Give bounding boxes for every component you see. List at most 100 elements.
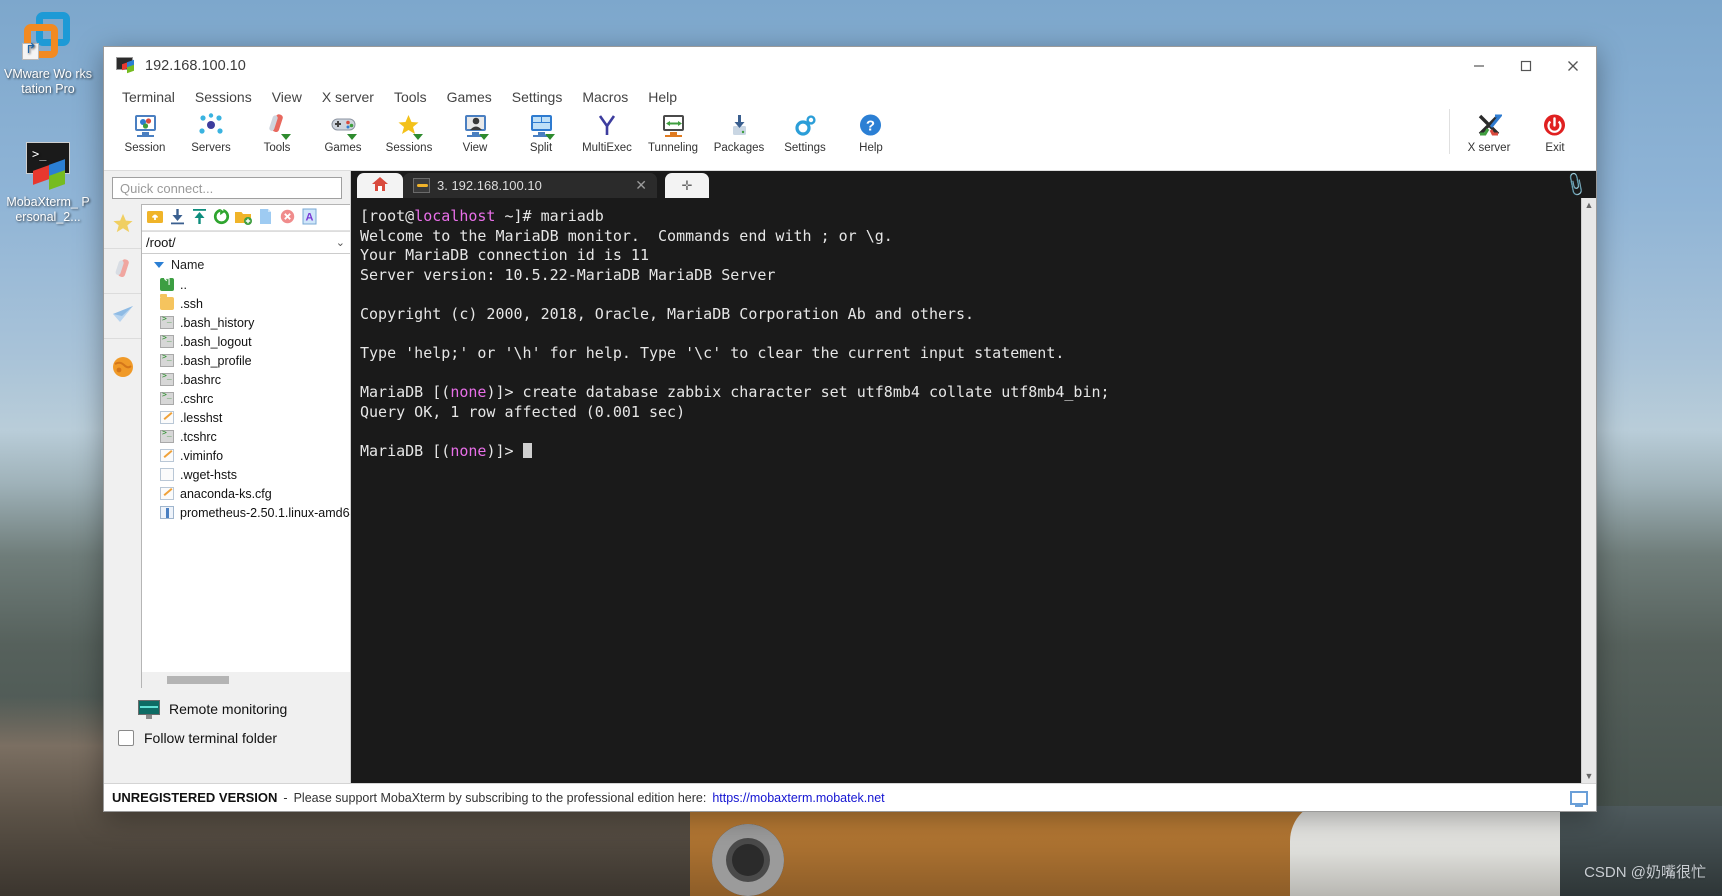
delete-icon[interactable]	[278, 208, 297, 227]
file-list[interactable]: .. .ssh .bash_history .bash_logout	[142, 275, 350, 672]
toolbar-servers-button[interactable]: Servers	[178, 109, 244, 154]
toolbar-view-button[interactable]: View	[442, 109, 508, 154]
column-header-name: Name	[171, 257, 205, 272]
paperclip-icon[interactable]: 📎	[1561, 171, 1590, 199]
file-browser-path-input[interactable]: /root/ ⌄	[142, 231, 350, 254]
file-name: .bash_history	[180, 315, 255, 330]
checkbox-box[interactable]	[118, 730, 134, 746]
list-item[interactable]: .bash_profile	[160, 351, 350, 370]
rail-macros-button[interactable]	[104, 349, 141, 389]
menu-tools[interactable]: Tools	[384, 87, 437, 107]
wallpaper-foreground-right	[1560, 806, 1722, 896]
file-name: .cshrc	[180, 391, 214, 406]
list-item[interactable]: prometheus-2.50.1.linux-amd64	[160, 503, 350, 522]
binary-icon	[160, 506, 174, 519]
tab-close-icon[interactable]: ✕	[635, 177, 647, 194]
new-folder-icon[interactable]	[234, 208, 253, 227]
terminal-line: [root@localhost ~]# mariadb	[360, 207, 1581, 227]
scroll-down-icon[interactable]: ▼	[1585, 769, 1594, 783]
file-name: .wget-hsts	[180, 467, 237, 482]
list-item[interactable]: ..	[160, 275, 350, 294]
new-tab-button[interactable]: ✛	[665, 173, 709, 198]
menu-games[interactable]: Games	[437, 87, 502, 107]
list-item[interactable]: .tcshrc	[160, 427, 350, 446]
tab-home[interactable]	[357, 173, 403, 198]
scroll-up-icon[interactable]: ▲	[1585, 198, 1594, 212]
download-icon[interactable]	[168, 208, 187, 227]
scrollbar-thumb[interactable]	[167, 676, 229, 684]
toolbar-split-button[interactable]: Split	[508, 109, 574, 154]
toolbar-session-button[interactable]: Session	[112, 109, 178, 154]
terminal-cursor	[522, 443, 532, 459]
toolbar-tunneling-button[interactable]: Tunneling	[640, 109, 706, 154]
help-icon: ?	[858, 113, 885, 140]
globe-icon	[112, 356, 134, 383]
mobaxterm-icon	[22, 138, 74, 190]
upload-icon[interactable]	[190, 208, 209, 227]
minimize-button[interactable]	[1455, 47, 1502, 85]
title-bar: 192.168.100.10	[104, 47, 1596, 85]
text-compare-icon[interactable]: A	[300, 208, 319, 227]
csdn-watermark: CSDN @奶嘴很忙	[1584, 864, 1706, 881]
desktop-icon-mobaxterm[interactable]: MobaXterm_ Personal_2...	[4, 138, 92, 225]
tab-session-1[interactable]: 3. 192.168.100.10 ✕	[403, 173, 657, 198]
packages-icon	[726, 113, 753, 140]
toolbar-exit-button[interactable]: Exit	[1522, 109, 1588, 154]
parent-folder-icon[interactable]	[146, 208, 165, 227]
rail-favorites-button[interactable]	[104, 204, 141, 249]
remote-monitoring-button[interactable]: Remote monitoring	[110, 688, 350, 730]
toolbar-multiexec-button[interactable]: MultiExec	[574, 109, 640, 154]
display-status-icon[interactable]	[1570, 790, 1588, 807]
list-item[interactable]: .viminfo	[160, 446, 350, 465]
list-item[interactable]: .lesshst	[160, 408, 350, 427]
file-list-horizontal-scrollbar[interactable]	[142, 672, 350, 688]
toolbar-settings-button[interactable]: Settings	[772, 109, 838, 154]
gamepad-icon	[330, 113, 357, 140]
toolbar-label: Games	[324, 142, 362, 154]
new-file-icon[interactable]	[256, 208, 275, 227]
doc-icon	[160, 468, 174, 481]
tunneling-icon	[660, 113, 687, 140]
menu-settings[interactable]: Settings	[502, 87, 573, 107]
toolbar-packages-button[interactable]: Packages	[706, 109, 772, 154]
multiexec-icon	[594, 113, 621, 140]
home-icon	[371, 176, 389, 195]
list-item[interactable]: .bashrc	[160, 370, 350, 389]
rail-tools-button[interactable]	[104, 249, 141, 294]
menu-sessions[interactable]: Sessions	[185, 87, 262, 107]
mobaxterm-link[interactable]: https://mobaxterm.mobatek.net	[712, 791, 884, 805]
terminal-text: Your MariaDB connection id is 11	[360, 246, 649, 265]
list-item[interactable]: .cshrc	[160, 389, 350, 408]
rail-sftp-button[interactable]	[104, 294, 141, 339]
terminal-output[interactable]: [root@localhost ~]# mariadb Welcome to th…	[351, 198, 1581, 783]
list-item[interactable]: anaconda-ks.cfg	[160, 484, 350, 503]
toolbar-help-button[interactable]: ? Help	[838, 109, 904, 154]
follow-terminal-folder-checkbox[interactable]: Follow terminal folder	[110, 730, 350, 746]
menu-view[interactable]: View	[262, 87, 312, 107]
toolbar-tools-button[interactable]: Tools	[244, 109, 310, 154]
toolbar-xserver-button[interactable]: X server	[1456, 109, 1522, 154]
file-browser-column-header[interactable]: Name	[142, 254, 350, 275]
close-button[interactable]	[1549, 47, 1596, 85]
toolbar-label: Split	[529, 142, 553, 154]
menu-help[interactable]: Help	[638, 87, 687, 107]
list-item[interactable]: .bash_history	[160, 313, 350, 332]
terminal-panel: 3. 192.168.100.10 ✕ ✛ 📎 [root@localhost …	[351, 171, 1596, 783]
menu-x-server[interactable]: X server	[312, 87, 384, 107]
desktop-icon-label: VMware Wo rkstation Pro	[4, 67, 92, 96]
maximize-button[interactable]	[1502, 47, 1549, 85]
toolbar-games-button[interactable]: Games	[310, 109, 376, 154]
file-name: .bashrc	[180, 372, 221, 387]
list-item[interactable]: .bash_logout	[160, 332, 350, 351]
toolbar-sessions-button[interactable]: Sessions	[376, 109, 442, 154]
chevron-down-icon[interactable]: ⌄	[336, 236, 345, 249]
list-item[interactable]: .ssh	[160, 294, 350, 313]
script-icon	[160, 428, 174, 443]
menu-macros[interactable]: Macros	[572, 87, 638, 107]
list-item[interactable]: .wget-hsts	[160, 465, 350, 484]
quick-connect-input[interactable]: Quick connect...	[112, 177, 342, 199]
desktop-icon-vmware[interactable]: VMware Wo rkstation Pro	[4, 10, 92, 97]
terminal-scrollbar[interactable]: ▲ ▼	[1581, 198, 1596, 783]
menu-terminal[interactable]: Terminal	[112, 87, 185, 107]
refresh-icon[interactable]	[212, 208, 231, 227]
